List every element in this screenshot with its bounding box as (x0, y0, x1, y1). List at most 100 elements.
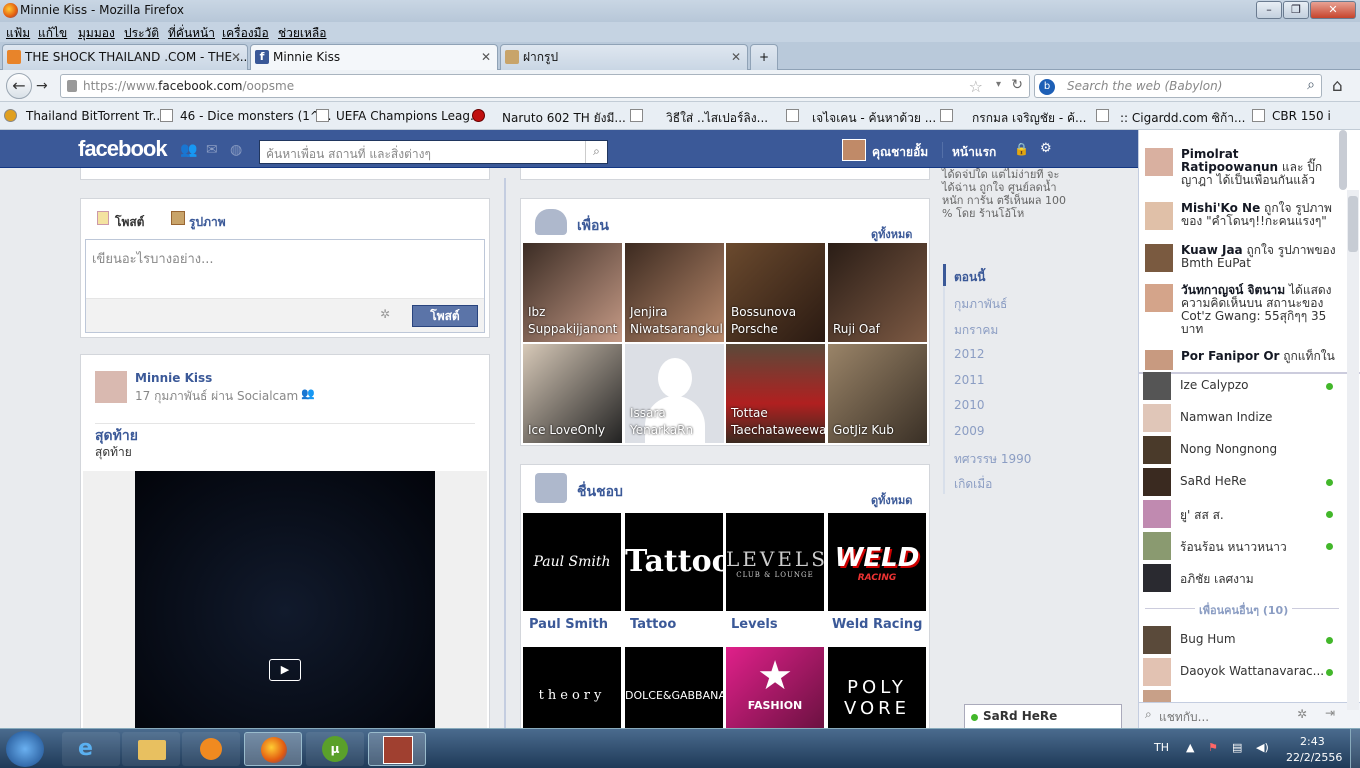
likes-see-all[interactable]: ดูทั้งหมด (871, 491, 912, 509)
game-taskbar-icon[interactable] (368, 732, 426, 766)
minimize-button[interactable]: – (1256, 1, 1282, 19)
clock-time[interactable]: 2:43 (1300, 735, 1325, 748)
ticker-item[interactable]: วันทกาญจน์ จิตนาม ได้แสดงความคิดเห็นบน ส… (1143, 282, 1339, 342)
bookmark-item[interactable]: เจไจเคน - ค้นหาด้วย ... (812, 109, 936, 128)
timeline-year-now[interactable]: ตอนนี้ (954, 268, 985, 287)
timeline-year[interactable]: 2010 (954, 398, 985, 412)
search-input[interactable]: Search the web (Babylon) (1067, 79, 1222, 93)
friend-tile[interactable]: Bossunova Porsche (726, 243, 825, 342)
like-label[interactable]: Paul Smith (529, 617, 608, 632)
bookmark-item[interactable]: วิธีใส่ ..ไสเปอร์ลิง... (666, 109, 768, 128)
tab-close-icon[interactable]: ✕ (231, 45, 241, 69)
bookmark-item[interactable]: 46 - Dice monsters (1^... (180, 109, 331, 123)
bookmark-item[interactable]: CBR 150 i (1272, 109, 1331, 123)
tab-shock-thailand[interactable]: THE SHOCK THAILAND .COM - THE ... ✕ (2, 44, 248, 70)
search-icon[interactable]: ⌕ (1307, 77, 1315, 93)
timeline-year[interactable]: 2012 (954, 347, 985, 361)
maximize-button[interactable]: ❐ (1283, 1, 1309, 19)
profile-link[interactable]: คุณชายอั้ม (872, 143, 928, 162)
facebook-search-input[interactable]: ค้นหาเพื่อน สถานที่ และสิ่งต่างๆ ⌕ (259, 140, 608, 164)
explorer-taskbar-icon[interactable] (122, 732, 180, 766)
menu-history[interactable]: ประวัติ (124, 24, 159, 43)
clock-date[interactable]: 22/2/2556 (1286, 751, 1342, 764)
friend-tile[interactable]: Ibz Suppakijjanont (523, 243, 622, 342)
bookmark-star-icon[interactable]: ☆ (969, 77, 983, 96)
home-icon[interactable]: ⌂ (1332, 76, 1343, 96)
language-indicator[interactable]: TH (1154, 741, 1169, 754)
dropdown-icon[interactable]: ▾ (996, 79, 1001, 90)
like-label[interactable]: Levels (731, 617, 778, 632)
utorrent-taskbar-icon[interactable]: µ (306, 732, 364, 766)
menu-view[interactable]: มุมมอง (78, 24, 115, 43)
like-label[interactable]: Weld Racing (832, 617, 923, 632)
privacy-gear-icon[interactable]: ✲ (380, 307, 390, 321)
new-tab-button[interactable]: + (750, 44, 778, 70)
start-button[interactable] (6, 731, 44, 767)
polyvore-logo[interactable]: POLY VORE (828, 647, 926, 728)
chat-friend[interactable]: ยู' สส ส. (1143, 498, 1333, 530)
reload-icon[interactable]: ↻ (1011, 77, 1023, 93)
chat-friend[interactable]: SaRd HeRe (1143, 466, 1333, 498)
show-hidden-icons-icon[interactable]: ▲ (1186, 741, 1194, 754)
chat-friend[interactable]: Namwan Indize (1143, 402, 1333, 434)
friend-tile[interactable]: Issara YenarkaRn (625, 344, 724, 443)
tab-photo[interactable]: รูปภาพ (189, 213, 226, 232)
friend-requests-icon[interactable]: 👥 (180, 142, 197, 158)
composer-input[interactable]: เขียนอะไรบางอย่าง... ✲ โพสต์ (85, 239, 485, 333)
chat-friend[interactable]: Ize Calypzo (1143, 370, 1333, 402)
menu-bookmarks[interactable]: ที่คั่นหน้า (168, 24, 215, 43)
bookmark-item[interactable]: UEFA Champions Leag... (336, 109, 481, 123)
video-player[interactable]: ▶ (135, 471, 435, 728)
tab-close-icon[interactable]: ✕ (481, 45, 491, 69)
theory-logo[interactable]: theory (523, 647, 621, 728)
dolce-gabbana-logo[interactable]: DOLCE&GABBANA (625, 647, 726, 728)
tab-post[interactable]: โพสต์ (115, 213, 144, 232)
timeline-year[interactable]: 2011 (954, 373, 985, 387)
search-bar[interactable]: b Search the web (Babylon) ⌕ (1034, 74, 1322, 98)
menu-help[interactable]: ช่วยเหลือ (278, 24, 327, 43)
privacy-lock-icon[interactable]: 🔒 (1014, 142, 1029, 156)
notifications-globe-icon[interactable]: ◍ (230, 142, 242, 158)
timeline-year[interactable]: มกราคม (954, 321, 998, 340)
paul-smith-logo[interactable]: Paul Smith (523, 513, 621, 611)
show-desktop-button[interactable] (1350, 729, 1360, 768)
friend-tile[interactable]: Ice LoveOnly (523, 344, 622, 443)
ie-taskbar-icon[interactable]: e (62, 732, 120, 766)
home-link[interactable]: หน้าแรก (952, 143, 996, 162)
page-scrollbar[interactable] (1347, 190, 1359, 710)
play-icon[interactable]: ▶ (269, 659, 301, 681)
timeline-year[interactable]: 2009 (954, 424, 985, 438)
network-icon[interactable]: ▤ (1232, 741, 1242, 754)
back-button[interactable]: ← (6, 73, 32, 99)
menu-edit[interactable]: แก้ไข (38, 24, 67, 43)
bookmark-item[interactable]: กรกมล เจริญชัย - ค้... (972, 109, 1086, 128)
volume-icon[interactable]: ◀) (1256, 741, 1269, 754)
chat-search-bar[interactable]: ⌕ แชทกับ... ✲ ⇥ (1139, 702, 1360, 728)
babylon-icon[interactable]: b (1039, 79, 1055, 95)
friends-see-all[interactable]: ดูทั้งหมด (871, 225, 912, 243)
facebook-logo[interactable]: facebook (78, 136, 168, 162)
friend-tile[interactable]: GotJiz Kub (828, 344, 927, 443)
chat-settings-icon[interactable]: ✲ (1297, 707, 1307, 721)
chat-friend[interactable]: Bug Hum (1143, 624, 1333, 656)
ticker-item[interactable]: Por Fanipor Or ถูกแท็กใน (1143, 348, 1339, 370)
bookmark-item[interactable]: Naruto 602 TH ยังมี... (502, 109, 626, 128)
close-button[interactable]: ✕ (1310, 1, 1356, 19)
friend-tile[interactable]: Jenjira Niwatsarangkul (625, 243, 724, 342)
likes-title[interactable]: ชื่นชอบ (577, 481, 623, 503)
menu-tools[interactable]: เครื่องมือ (222, 24, 269, 43)
firefox-taskbar-icon[interactable] (244, 732, 302, 766)
menu-file[interactable]: แฟ้ม (6, 24, 30, 43)
chat-tab[interactable]: SaRd HeRe (964, 704, 1122, 728)
friend-tile[interactable]: Ruji Oaf (828, 243, 927, 342)
timeline-year[interactable]: เกิดเมื่อ (954, 475, 992, 494)
ticker-item[interactable]: Kuaw Jaa ถูกใจ รูปภาพของ Bmth EuPat (1143, 242, 1339, 278)
url-bar[interactable]: https://www.facebook.com/oopsme ☆ ▾ ↻ (60, 74, 1030, 98)
bookmark-item[interactable]: :: Cigardd.com ซิก้า... (1120, 109, 1245, 128)
action-center-icon[interactable]: ⚑ (1208, 741, 1218, 754)
ticker-scrollbar[interactable] (1339, 130, 1347, 190)
user-avatar[interactable] (842, 139, 866, 161)
like-label[interactable]: Tattoo (630, 617, 676, 632)
search-icon[interactable]: ⌕ (585, 141, 607, 163)
media-player-taskbar-icon[interactable] (182, 732, 240, 766)
